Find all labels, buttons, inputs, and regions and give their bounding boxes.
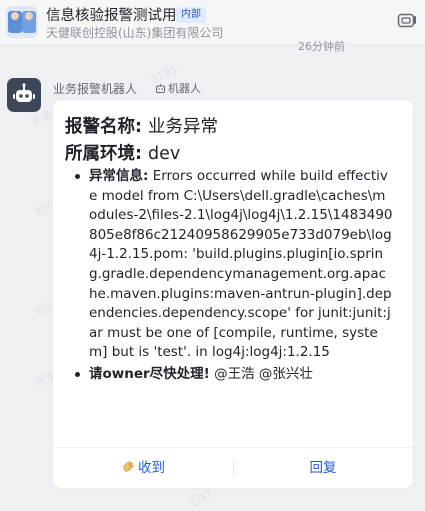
receive-label: 收到 [138,460,165,476]
bot-name[interactable]: 业务报警机器人 [53,80,137,97]
chat-header: 信息核验报警测试用 内部 天健联创控股(山东)集团有限公司 26分钟前 [0,0,425,53]
alarm-name-value: 业务异常 [148,117,218,137]
list-item: 异常信息: Errors occurred while build effect… [73,167,393,363]
group-avatar[interactable] [6,6,38,38]
alert-card: 报警名称: 业务异常 所属环境: dev 异常信息: Errors occurred… [53,100,413,488]
environment-label: 所属环境: [65,144,142,164]
environment-row: 所属环境: dev [65,140,180,165]
list-item: 请owner尽快处理! @王浩 @张兴壮 [73,365,393,385]
error-label: 异常信息: [89,168,149,184]
mention-user[interactable]: @张兴壮 [259,366,313,382]
clap-icon [123,461,134,472]
chat-title[interactable]: 信息核验报警测试用 [46,4,177,25]
detail-list: 异常信息: Errors occurred while build effect… [73,167,393,385]
bot-tag-label: 机器人 [168,82,201,95]
org-name: 天健联创控股(山东)集团有限公司 [46,26,224,40]
internal-tag: 内部 [176,7,206,23]
receive-button[interactable]: 收到 [53,448,233,488]
mention-user[interactable]: @王浩 [214,366,255,382]
owner-prompt: 请owner尽快处理! [89,365,210,382]
reply-label: 回复 [309,460,337,476]
reply-button[interactable]: 回复 [233,448,413,488]
card-actions: 收到 回复 [53,447,413,488]
bot-tag: 机器人 [155,80,201,96]
environment-value: dev [148,144,181,164]
bot-avatar[interactable] [7,78,41,112]
error-text: Errors occurred while build effective mo… [89,168,393,361]
alarm-name-label: 报警名称: [65,117,142,137]
alarm-name-row: 报警名称: 业务异常 [65,113,218,138]
watermark: 钉钉 [188,487,214,509]
chat-window-icon[interactable] [397,12,417,30]
robot-small-icon [156,84,165,93]
robot-icon [13,83,35,102]
message-time: 26分钟前 [298,40,345,53]
